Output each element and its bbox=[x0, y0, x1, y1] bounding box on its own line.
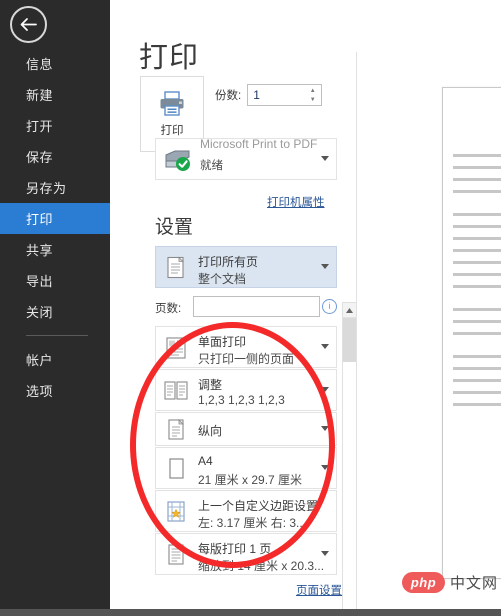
copies-stepper[interactable]: ▲ ▼ bbox=[247, 84, 323, 106]
collate-icon bbox=[164, 381, 188, 400]
sidebar-item-new[interactable]: 新建 bbox=[0, 79, 110, 110]
chevron-down-icon[interactable] bbox=[321, 387, 329, 392]
settings-scrollbar[interactable] bbox=[342, 302, 357, 616]
settings-heading: 设置 bbox=[155, 217, 194, 238]
printer-icon bbox=[160, 91, 184, 116]
sidebar-item-label: 保存 bbox=[26, 150, 54, 165]
copies-input[interactable] bbox=[248, 85, 307, 105]
page-setup-row: 页面设置 bbox=[155, 582, 342, 598]
setting-primary-label: A4 bbox=[198, 454, 213, 468]
page-setup-link[interactable]: 页面设置 bbox=[296, 582, 342, 598]
sidebar-item-info[interactable]: 信息 bbox=[0, 48, 110, 79]
pages-field-row: 页数: i bbox=[155, 296, 337, 318]
sidebar-item-print[interactable]: 打印 bbox=[0, 203, 110, 234]
setting-primary-label: 打印所有页 bbox=[198, 255, 259, 269]
setting-row-collation[interactable]: 调整 1,2,3 1,2,3 1,2,3 bbox=[155, 369, 337, 411]
sidebar-item-label: 新建 bbox=[26, 88, 54, 103]
sidebar-item-label: 关闭 bbox=[26, 305, 54, 320]
sidebar-item-options[interactable]: 选项 bbox=[0, 375, 110, 406]
chevron-down-icon[interactable] bbox=[321, 465, 329, 470]
scrollbar-thumb[interactable] bbox=[343, 318, 356, 362]
setting-secondary-label: 只打印一侧的页面 bbox=[198, 352, 295, 366]
margins-icon bbox=[167, 501, 185, 522]
printer-name: Microsoft Print to PDF bbox=[200, 138, 318, 151]
chevron-down-icon[interactable] bbox=[321, 426, 329, 431]
setting-secondary-label: 左: 3.17 厘米 右: 3... bbox=[198, 516, 307, 530]
sidebar-item-label: 选项 bbox=[26, 384, 54, 399]
setting-row-paper-size[interactable]: A4 21 厘米 x 29.7 厘米 bbox=[155, 447, 337, 489]
print-backstage-window: 信息 新建 打开 保存 另存为 打印 共享 导出 关闭 帐户 选项 打印 打印 … bbox=[0, 0, 501, 616]
sidebar-item-label: 另存为 bbox=[26, 181, 67, 196]
setting-secondary-label: 缩放到 14 厘米 x 20.3... bbox=[198, 559, 325, 573]
sidebar-item-label: 导出 bbox=[26, 274, 54, 289]
chevron-down-icon[interactable] bbox=[321, 344, 329, 349]
pages-per-sheet-icon bbox=[168, 544, 184, 565]
one-sided-print-icon bbox=[166, 337, 186, 359]
setting-secondary-label: 整个文档 bbox=[198, 272, 247, 286]
print-preview-area bbox=[357, 0, 501, 616]
sidebar-item-label: 帐户 bbox=[26, 353, 54, 368]
back-arrow-glyph bbox=[20, 18, 37, 31]
page-title: 打印 bbox=[139, 42, 200, 74]
sidebar-item-close[interactable]: 关闭 bbox=[0, 296, 110, 327]
document-text-lines bbox=[453, 154, 501, 415]
sidebar-item-label: 打开 bbox=[26, 119, 54, 134]
pages-label: 页数: bbox=[155, 303, 182, 315]
sidebar-item-label: 打印 bbox=[26, 212, 54, 227]
setting-row-margins[interactable]: 上一个自定义边距设置 左: 3.17 厘米 右: 3... bbox=[155, 490, 337, 532]
document-preview-page[interactable] bbox=[442, 87, 501, 579]
setting-primary-label: 每版打印 1 页 bbox=[198, 542, 272, 556]
copies-spinner-arrows: ▲ ▼ bbox=[306, 86, 319, 104]
copies-increment-icon[interactable]: ▲ bbox=[306, 86, 319, 95]
info-icon[interactable]: i bbox=[322, 299, 337, 314]
printer-status: 就绪 bbox=[200, 160, 223, 172]
setting-primary-label: 单面打印 bbox=[198, 335, 247, 349]
sidebar-nav-list: 信息 新建 打开 保存 另存为 打印 共享 导出 关闭 帐户 选项 bbox=[0, 48, 110, 406]
copies-decrement-icon[interactable]: ▼ bbox=[306, 95, 319, 104]
chevron-down-icon[interactable] bbox=[321, 264, 329, 269]
sidebar-item-share[interactable]: 共享 bbox=[0, 234, 110, 265]
document-pages-icon bbox=[167, 256, 184, 279]
scroll-up-icon[interactable] bbox=[343, 303, 356, 318]
backstage-sidebar: 信息 新建 打开 保存 另存为 打印 共享 导出 关闭 帐户 选项 bbox=[0, 0, 110, 616]
paper-size-icon bbox=[169, 458, 184, 479]
sidebar-item-save-as[interactable]: 另存为 bbox=[0, 172, 110, 203]
pages-input[interactable] bbox=[193, 296, 320, 317]
chevron-down-icon[interactable] bbox=[321, 156, 329, 161]
sidebar-item-label: 信息 bbox=[26, 57, 54, 72]
sidebar-item-export[interactable]: 导出 bbox=[0, 265, 110, 296]
printer-selector[interactable]: Microsoft Print to PDF 就绪 bbox=[155, 138, 337, 180]
watermark-site-name: 中文网 bbox=[450, 575, 499, 592]
watermark-logo: php bbox=[402, 572, 445, 593]
bottom-bar bbox=[0, 609, 501, 616]
sidebar-item-label: 共享 bbox=[26, 243, 54, 258]
copies-label: 份数: bbox=[215, 90, 242, 102]
portrait-icon bbox=[168, 419, 184, 440]
printer-properties-link[interactable]: 打印机属性 bbox=[267, 194, 325, 210]
setting-row-duplex[interactable]: 单面打印 只打印一侧的页面 bbox=[155, 326, 337, 368]
setting-secondary-label: 1,2,3 1,2,3 1,2,3 bbox=[198, 393, 285, 407]
sidebar-item-open[interactable]: 打开 bbox=[0, 110, 110, 141]
print-pane: 打印 打印 份数: ▲ ▼ bbox=[110, 0, 501, 616]
back-arrow-icon[interactable] bbox=[10, 6, 47, 43]
sidebar-divider bbox=[26, 335, 88, 336]
chevron-down-icon[interactable] bbox=[321, 551, 329, 556]
setting-primary-label: 纵向 bbox=[198, 424, 223, 438]
setting-row-orientation[interactable]: 纵向 bbox=[155, 412, 337, 446]
setting-primary-label: 调整 bbox=[198, 378, 223, 392]
setting-secondary-label: 21 厘米 x 29.7 厘米 bbox=[198, 473, 303, 487]
setting-row-print-range[interactable]: 打印所有页 整个文档 bbox=[155, 246, 337, 288]
watermark: php 中文网 bbox=[402, 572, 498, 593]
sidebar-item-save[interactable]: 保存 bbox=[0, 141, 110, 172]
print-button-label: 打印 bbox=[160, 125, 184, 137]
sidebar-item-account[interactable]: 帐户 bbox=[0, 344, 110, 375]
setting-row-pages-per-sheet[interactable]: 每版打印 1 页 缩放到 14 厘米 x 20.3... bbox=[155, 533, 337, 575]
setting-primary-label: 上一个自定义边距设置 bbox=[198, 499, 319, 513]
printer-ready-icon bbox=[165, 150, 190, 171]
print-settings-panel: Microsoft Print to PDF 就绪 打印机属性 设置 打印所有页… bbox=[130, 138, 357, 616]
copies-control: 份数: ▲ ▼ bbox=[215, 84, 323, 106]
